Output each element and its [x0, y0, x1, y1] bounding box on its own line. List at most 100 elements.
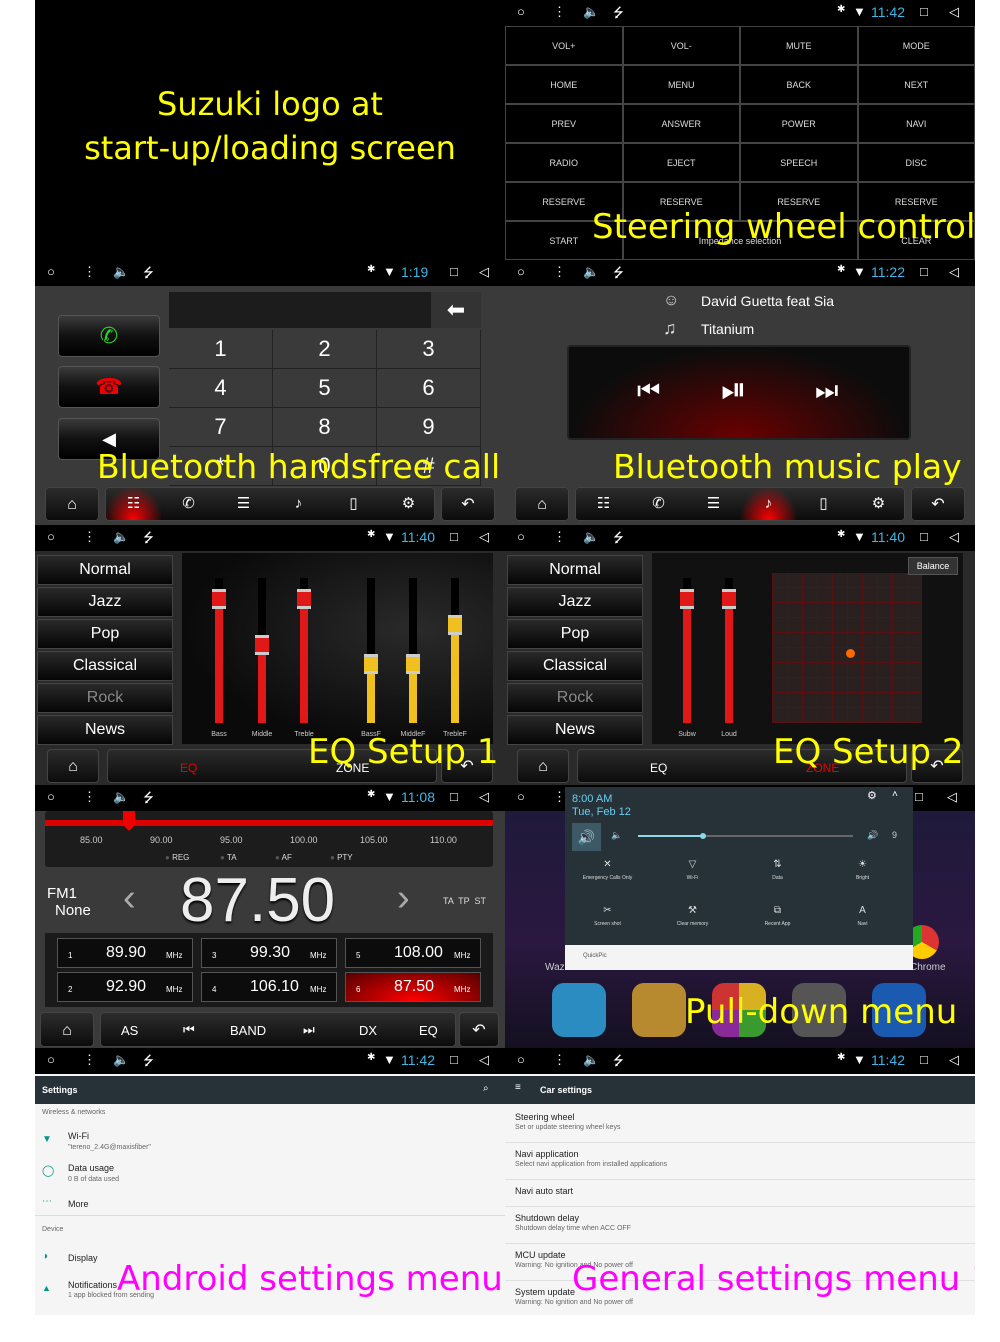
recent-apps-icon[interactable]: □ [915, 789, 923, 804]
recent-apps-icon[interactable]: □ [920, 1052, 928, 1067]
quick-tile-wi-fi[interactable]: ▽ Wi-Fi [650, 859, 735, 899]
recent-apps-icon[interactable]: □ [450, 789, 458, 804]
menu-dots-icon[interactable]: ⋮ [83, 529, 96, 545]
eq-preset-classical[interactable]: Classical [37, 651, 173, 681]
eq-button[interactable]: EQ [419, 1023, 438, 1038]
quick-tile-emergency-calls-only[interactable]: ✕ Emergency Calls Only [565, 859, 650, 899]
steering-key-navi[interactable]: NAVI [857, 104, 975, 143]
eq-slider-middle[interactable] [255, 578, 269, 723]
eq-slider-middlef[interactable] [406, 578, 420, 723]
dx-button[interactable]: DX [359, 1023, 377, 1038]
menu-dots-icon[interactable]: ⋮ [83, 1052, 96, 1068]
eq-slider-knob[interactable] [255, 634, 269, 655]
contacts-icon[interactable]: ☰ [216, 488, 271, 520]
eq-preset-rock[interactable]: Rock [507, 683, 643, 713]
flag-ta[interactable]: ● TA [220, 853, 237, 862]
tuner-scale[interactable]: 85.00 90.00 95.00 100.00 105.00 110.00 ● REG ●… [45, 811, 493, 867]
keypad-key-9[interactable]: 9 [377, 408, 481, 447]
call-log-icon[interactable]: ✆ [161, 488, 216, 520]
flag-reg[interactable]: ● REG [165, 853, 189, 862]
back-nav-icon[interactable]: ◁ [949, 529, 959, 545]
car-setting-shutdown-delay[interactable]: Shutdown delay Shutdown delay time when A… [505, 1207, 975, 1244]
eq-slider-knob[interactable] [212, 588, 226, 609]
menu-dots-icon[interactable]: ⋮ [83, 789, 96, 805]
quick-tile-bright[interactable]: ☀ Bright [820, 859, 905, 899]
home-button[interactable]: ⌂ [40, 1012, 94, 1047]
flag-af[interactable]: ● AF [275, 853, 292, 862]
settings-gear-icon[interactable]: ⚙ [867, 789, 877, 802]
quick-tile-clear-memory[interactable]: ⚒ Clear memory [650, 905, 735, 945]
eq-preset-jazz[interactable]: Jazz [507, 587, 643, 617]
radio-preset-5[interactable]: 5 108.00 MHz [345, 938, 481, 968]
steering-key-vol[interactable]: VOL- [622, 26, 740, 65]
radio-preset-1[interactable]: 1 89.90 MHz [57, 938, 193, 968]
as-button[interactable]: AS [121, 1023, 138, 1038]
collapse-icon[interactable]: ˄ [892, 789, 898, 800]
dialpad-icon[interactable]: ☷ [576, 488, 631, 520]
recent-apps-icon[interactable]: □ [450, 529, 458, 544]
app-label-waze[interactable]: Waze [545, 962, 567, 973]
home-button[interactable]: ⌂ [517, 749, 569, 783]
radio-preset-3[interactable]: 3 99.30 MHz [201, 938, 337, 968]
keypad-key-1[interactable]: 1 [169, 330, 273, 369]
hamburger-menu-icon[interactable]: ≡ [515, 1082, 521, 1093]
steering-key-home[interactable]: HOME [505, 65, 623, 104]
hangup-call-button[interactable]: ☎ [58, 366, 160, 408]
keypad-key-7[interactable]: 7 [169, 408, 273, 447]
eq-preset-news[interactable]: News [37, 715, 173, 745]
menu-dots-icon[interactable]: ⋮ [553, 529, 566, 545]
menu-dots-icon[interactable]: ⋮ [553, 264, 566, 280]
keypad-key-6[interactable]: 6 [377, 369, 481, 408]
menu-dots-icon[interactable]: ⋮ [553, 4, 566, 20]
radio-app-icon[interactable] [632, 983, 686, 1037]
bt-music-icon[interactable]: ♪ [271, 488, 326, 520]
bt-music-icon[interactable]: ♪ [741, 488, 796, 520]
steering-key-speech[interactable]: SPEECH [740, 143, 858, 182]
band-button[interactable]: BAND [230, 1023, 266, 1038]
volume-slider[interactable] [638, 833, 853, 839]
keypad-key-2[interactable]: 2 [273, 330, 377, 369]
radio-preset-4[interactable]: 4 106.10 MHz [201, 972, 337, 1002]
steering-key-prev[interactable]: PREV [505, 104, 623, 143]
keypad-key-3[interactable]: 3 [377, 330, 481, 369]
flag-pty[interactable]: ● PTY [330, 853, 353, 862]
eq-slider-knob[interactable] [297, 588, 311, 609]
back-button[interactable]: ↶ [459, 1012, 499, 1047]
back-nav-icon[interactable]: ◁ [479, 789, 489, 805]
keypad-key-4[interactable]: 4 [169, 369, 273, 408]
backspace-button[interactable]: ⬅ [431, 292, 481, 328]
home-circle-icon[interactable]: ○ [517, 264, 525, 279]
call-log-icon[interactable]: ✆ [631, 488, 686, 520]
home-button[interactable]: ⌂ [515, 487, 569, 521]
steering-key-next[interactable]: NEXT [857, 65, 975, 104]
home-circle-icon[interactable]: ○ [47, 1052, 55, 1067]
eq-preset-normal[interactable]: Normal [507, 555, 643, 585]
car-setting-navi-application[interactable]: Navi application Select navi application … [505, 1143, 975, 1180]
menu-dots-icon[interactable]: ⋮ [553, 1052, 566, 1068]
back-nav-icon[interactable]: ◁ [949, 264, 959, 280]
next-station-icon[interactable]: ⏭ [303, 1022, 315, 1038]
home-circle-icon[interactable]: ○ [517, 529, 525, 544]
eq-slider-bass[interactable] [212, 578, 226, 723]
steering-key-vol[interactable]: VOL+ [505, 26, 623, 65]
eq-slider-subw[interactable] [680, 578, 694, 723]
radio-preset-2[interactable]: 2 92.90 MHz [57, 972, 193, 1002]
radio-preset-6[interactable]: 6 87.50 MHz [345, 972, 481, 1002]
steering-key-mute[interactable]: MUTE [740, 26, 858, 65]
eq-slider-knob[interactable] [722, 588, 736, 609]
settings-item-wifi[interactable]: ▼ Wi-Fi "tereno_2.4G@maxisfiber" [35, 1128, 505, 1156]
back-nav-icon[interactable]: ◁ [479, 529, 489, 545]
eq-slider-treble[interactable] [297, 578, 311, 723]
keypad-key-5[interactable]: 5 [273, 369, 377, 408]
next-track-button[interactable]: ⏭ [815, 375, 838, 407]
settings-icon[interactable]: ⚙ [851, 488, 906, 520]
settings-item-more[interactable]: ⋯ More [35, 1196, 505, 1216]
steering-key-radio[interactable]: RADIO [505, 143, 623, 182]
phone-device-icon[interactable]: ▯ [796, 488, 851, 520]
recent-apps-icon[interactable]: □ [450, 1052, 458, 1067]
settings-item-data-usage[interactable]: ◯ Data usage 0 B of data used [35, 1160, 505, 1188]
steering-key-disc[interactable]: DISC [857, 143, 975, 182]
eq-slider-knob[interactable] [448, 614, 462, 635]
eq-preset-rock[interactable]: Rock [37, 683, 173, 713]
previous-track-button[interactable]: ⏮ [637, 375, 660, 407]
